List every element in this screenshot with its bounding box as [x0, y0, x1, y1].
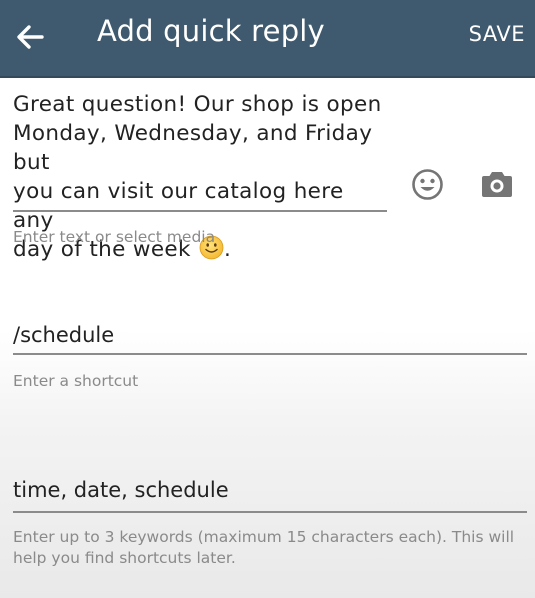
keywords-underline — [13, 511, 527, 513]
save-button[interactable]: SAVE — [469, 22, 525, 46]
shortcut-underline — [13, 353, 527, 355]
app-bar: Add quick reply SAVE — [0, 0, 535, 78]
shortcut-hint: Enter a shortcut — [13, 372, 139, 390]
smiley-icon[interactable] — [411, 168, 444, 201]
keywords-input[interactable]: time, date, schedule — [13, 478, 229, 502]
message-underline — [13, 210, 387, 212]
camera-icon[interactable] — [481, 169, 513, 199]
page-title: Add quick reply — [97, 14, 325, 48]
arrow-left-icon — [17, 25, 44, 49]
message-end: . — [223, 237, 232, 262]
shortcut-input[interactable]: /schedule — [13, 323, 114, 347]
back-button[interactable] — [10, 17, 50, 57]
keywords-hint: Enter up to 3 keywords (maximum 15 chara… — [13, 528, 515, 567]
message-hint: Enter text or select media — [13, 228, 216, 246]
